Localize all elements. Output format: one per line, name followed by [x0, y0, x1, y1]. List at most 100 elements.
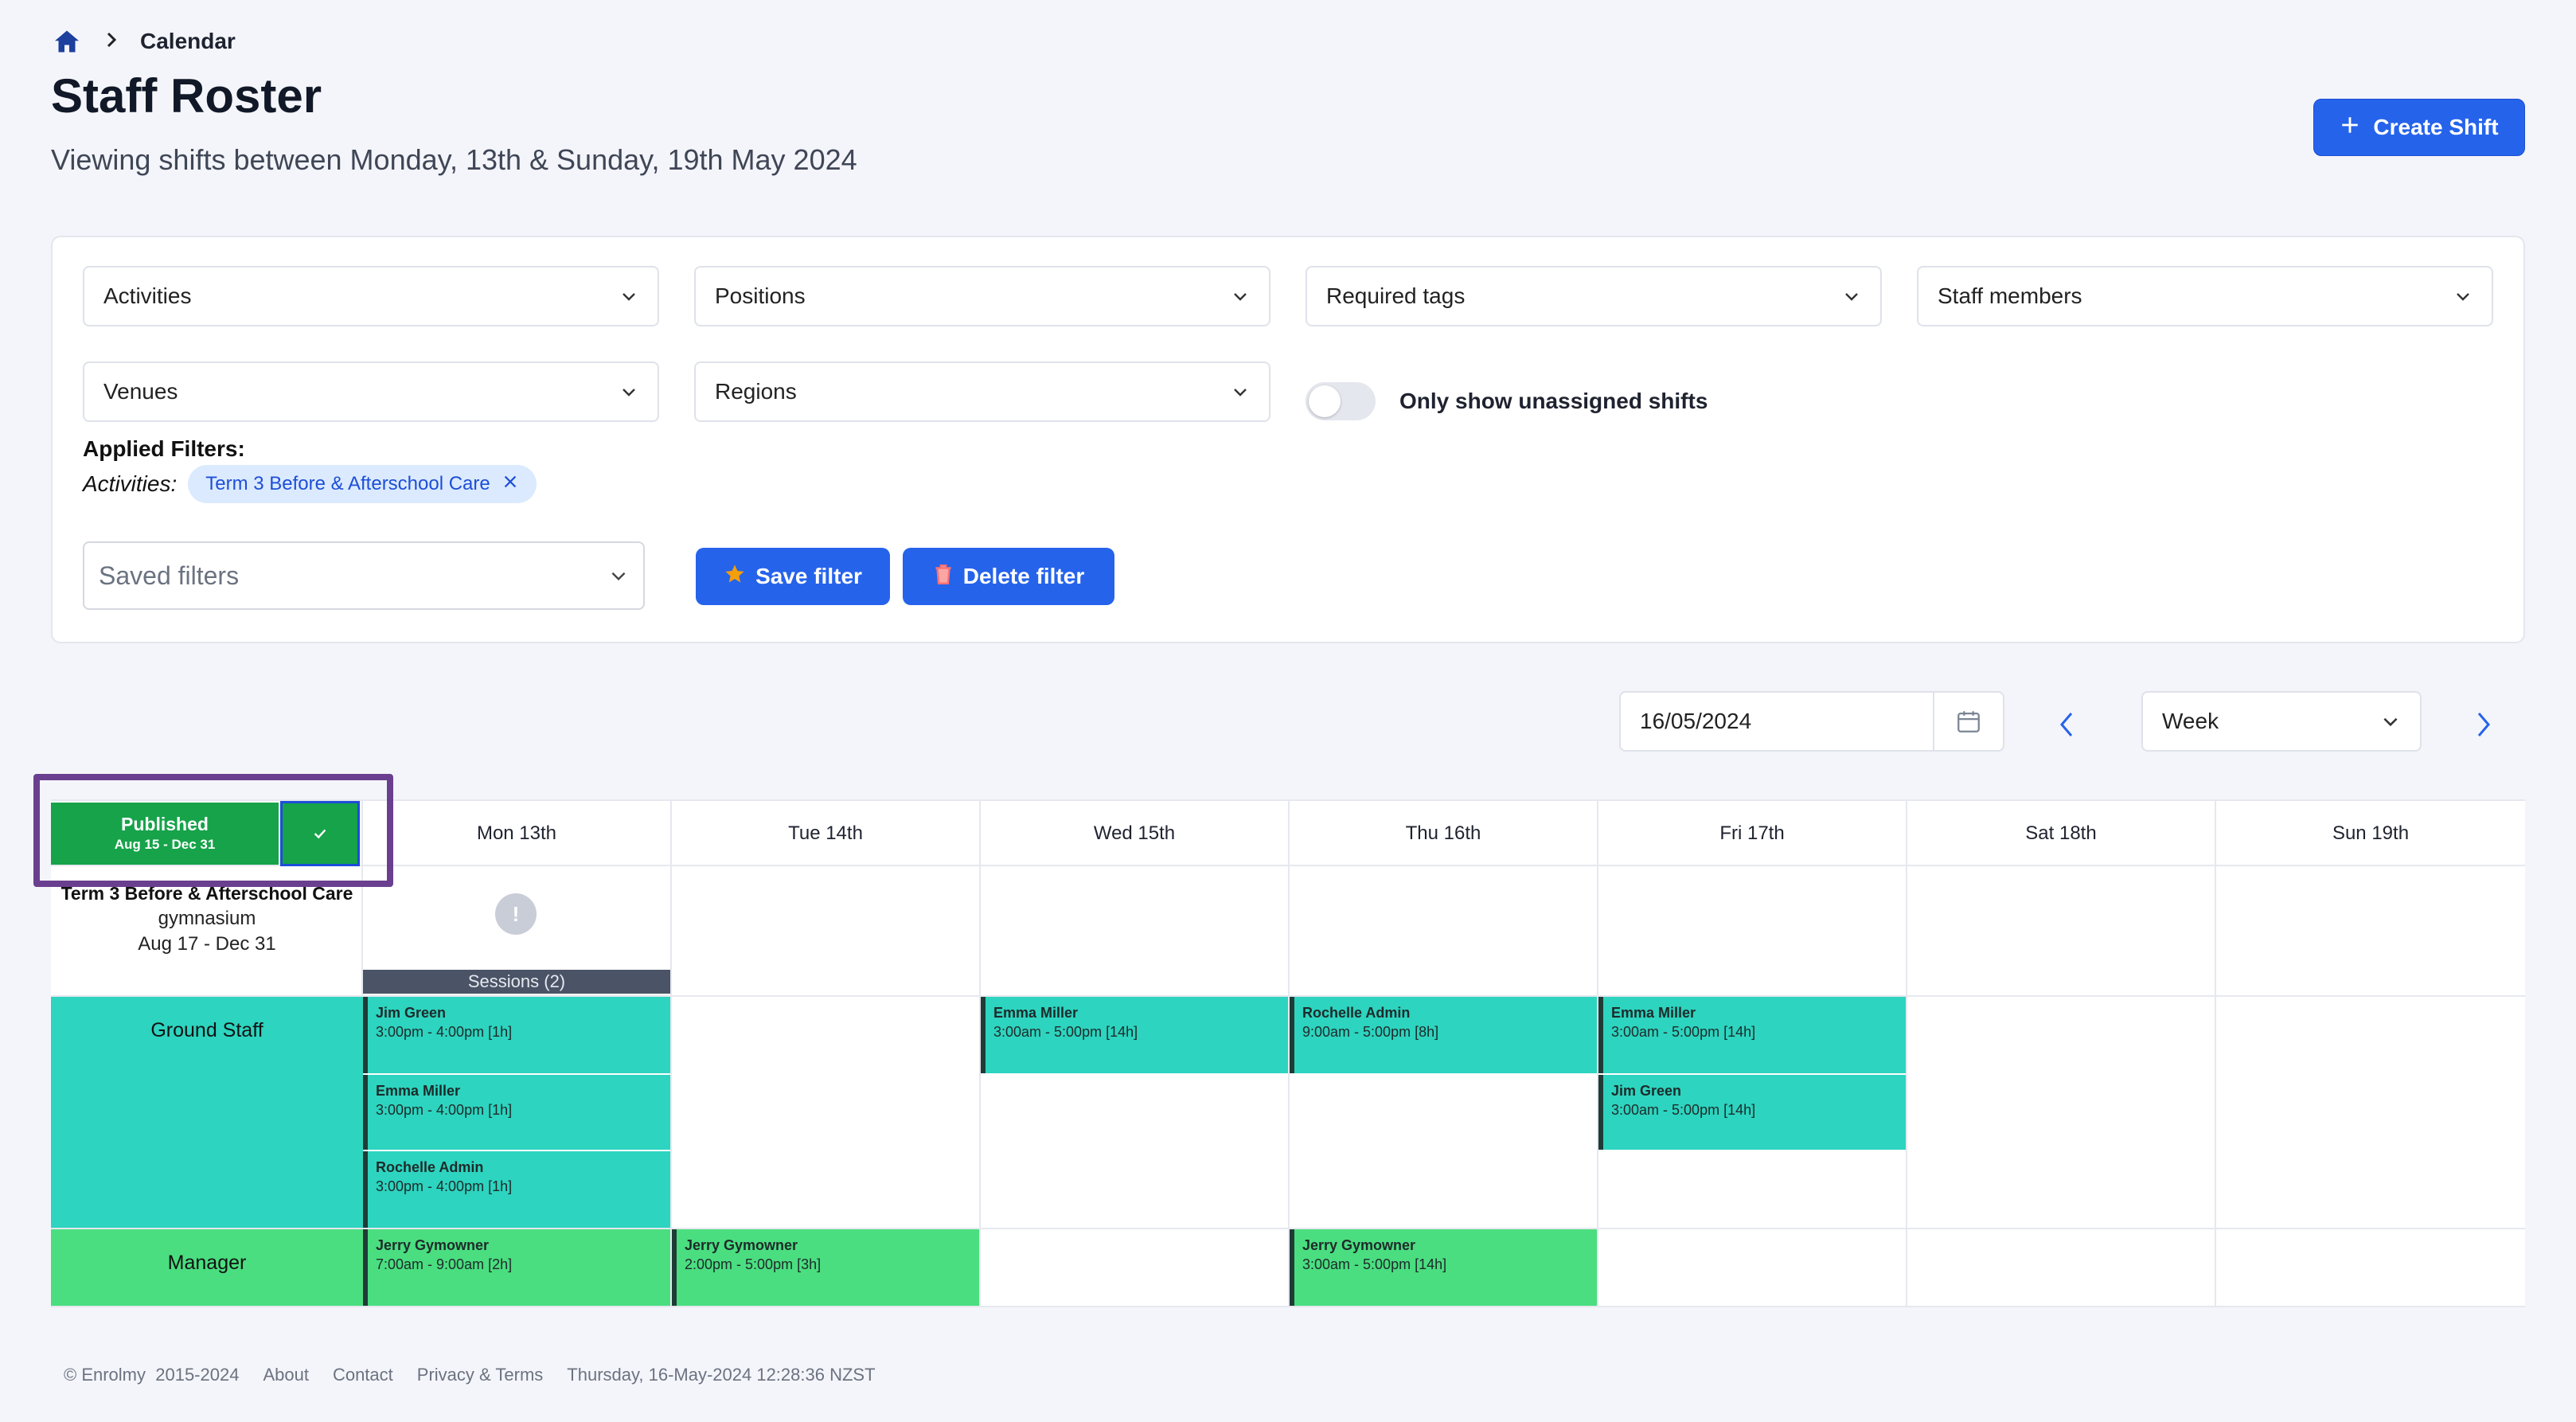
chevron-left-icon — [2060, 713, 2073, 736]
day-header-sat: Sat 18th — [2025, 822, 2097, 844]
home-icon[interactable] — [51, 25, 83, 57]
shift-staff-name: Jerry Gymowner — [685, 1237, 798, 1253]
page-title: Staff Roster — [51, 69, 322, 123]
shift-staff-name: Rochelle Admin — [1302, 1005, 1411, 1021]
shift-staff-name: Jim Green — [376, 1005, 447, 1021]
chevron-right-icon — [2477, 713, 2490, 736]
unassigned-toggle-group: Only show unassigned shifts — [1306, 382, 1708, 420]
sessions-bar[interactable]: Sessions (2) — [363, 970, 670, 994]
chevron-down-icon — [623, 293, 635, 301]
shift-time: 3:00am - 5:00pm [14h] — [1611, 1102, 1756, 1118]
calendar-icon[interactable] — [1933, 693, 2003, 750]
save-filter-label: Save filter — [755, 564, 862, 588]
regions-select-label: Regions — [715, 379, 797, 404]
unassigned-toggle-label: Only show unassigned shifts — [1399, 389, 1708, 413]
warning-icon[interactable]: ! — [495, 893, 537, 935]
chevron-down-icon — [611, 572, 626, 581]
footer-copyright: © Enrolmy 2015-2024 — [64, 1365, 240, 1385]
day-header-mon: Mon 13th — [476, 822, 557, 844]
published-label: Published — [121, 814, 209, 834]
toggle-knob — [1309, 385, 1341, 417]
published-dropdown-button[interactable] — [280, 801, 360, 866]
previous-week-button[interactable] — [2049, 707, 2084, 742]
shift-time: 3:00pm - 4:00pm [1h] — [376, 1024, 513, 1040]
role-manager: Manager — [51, 1229, 363, 1306]
role-ground-staff: Ground Staff — [51, 997, 363, 1228]
chevron-down-icon — [2383, 717, 2398, 727]
close-icon[interactable] — [502, 473, 519, 496]
activities-select[interactable]: Activities — [83, 266, 659, 326]
shift-staff-name: Emma Miller — [376, 1083, 461, 1099]
save-filter-button[interactable]: Save filter — [696, 548, 890, 605]
shift-card[interactable]: Rochelle Admin 9:00am - 5:00pm [8h] — [1290, 997, 1597, 1073]
shift-time: 9:00am - 5:00pm [8h] — [1302, 1024, 1439, 1040]
footer-contact-link[interactable]: Contact — [333, 1365, 393, 1385]
grid-line — [51, 1306, 2525, 1307]
check-icon — [314, 829, 326, 839]
shift-staff-name: Emma Miller — [1611, 1005, 1696, 1021]
view-select-value: Week — [2162, 709, 2219, 733]
shift-time: 2:00pm - 5:00pm [3h] — [685, 1256, 822, 1272]
chevron-down-icon — [1234, 293, 1247, 301]
footer-privacy-link[interactable]: Privacy & Terms — [417, 1365, 544, 1385]
next-week-button[interactable] — [2466, 707, 2501, 742]
shift-card[interactable]: Emma Miller 3:00am - 5:00pm [14h] — [981, 997, 1288, 1073]
chevron-down-icon — [2457, 293, 2469, 301]
delete-filter-button[interactable]: Delete filter — [903, 548, 1114, 605]
date-picker[interactable]: 16/05/2024 — [1619, 691, 2004, 752]
date-value: 16/05/2024 — [1640, 709, 1752, 733]
published-range: Aug 15 - Dec 31 — [114, 837, 216, 852]
view-select[interactable]: Week — [2141, 691, 2422, 752]
shift-card[interactable]: Jerry Gymowner 2:00pm - 5:00pm [3h] — [672, 1229, 979, 1306]
day-header-sun: Sun 19th — [2332, 822, 2410, 844]
applied-filter-chip-label: Term 3 Before & Afterschool Care — [205, 473, 490, 494]
chevron-down-icon — [623, 389, 635, 397]
shift-staff-name: Jim Green — [1611, 1083, 1682, 1099]
footer-about-link[interactable]: About — [263, 1365, 309, 1385]
positions-select-label: Positions — [715, 283, 806, 308]
applied-filters-row: Activities: Term 3 Before & Afterschool … — [83, 465, 537, 503]
create-shift-button[interactable]: Create Shift — [2313, 99, 2525, 156]
shift-time: 7:00am - 9:00am [2h] — [376, 1256, 513, 1272]
shift-card[interactable]: Emma Miller 3:00pm - 4:00pm [1h] — [363, 1075, 670, 1150]
shift-card[interactable]: Jim Green 3:00pm - 4:00pm [1h] — [363, 997, 670, 1073]
breadcrumb: Calendar — [51, 24, 236, 59]
venues-select-label: Venues — [103, 379, 178, 404]
footer-timestamp: Thursday, 16-May-2024 12:28:36 NZST — [567, 1365, 876, 1385]
shift-card[interactable]: Jerry Gymowner 7:00am - 9:00am [2h] — [363, 1229, 670, 1306]
saved-filters-select[interactable]: Saved filters — [83, 541, 645, 610]
shift-staff-name: Rochelle Admin — [376, 1159, 484, 1175]
page-subtitle: Viewing shifts between Monday, 13th & Su… — [51, 143, 857, 176]
delete-filter-label: Delete filter — [962, 564, 1085, 588]
grid-line — [2215, 801, 2216, 1307]
shift-card[interactable]: Jerry Gymowner 3:00am - 5:00pm [14h] — [1290, 1229, 1597, 1306]
activities-select-label: Activities — [103, 283, 192, 308]
role-label: Manager — [167, 1252, 247, 1274]
activity-dates: Aug 17 - Dec 31 — [138, 933, 276, 955]
applied-filter-key: Activities: — [83, 471, 178, 496]
published-button[interactable]: Published Aug 15 - Dec 31 — [51, 803, 279, 865]
staff-members-select[interactable]: Staff members — [1917, 266, 2493, 326]
plus-icon — [2340, 115, 2360, 141]
required-tags-select[interactable]: Required tags — [1306, 266, 1882, 326]
breadcrumb-current: Calendar — [140, 29, 236, 53]
unassigned-toggle[interactable] — [1306, 382, 1376, 420]
applied-filter-chip: Term 3 Before & Afterschool Care — [188, 465, 537, 503]
shift-card[interactable]: Rochelle Admin 3:00pm - 4:00pm [1h] — [363, 1151, 670, 1228]
day-header-tue: Tue 14th — [788, 822, 863, 844]
shift-time: 3:00pm - 4:00pm [1h] — [376, 1102, 513, 1118]
shift-staff-name: Jerry Gymowner — [1302, 1237, 1416, 1253]
venues-select[interactable]: Venues — [83, 361, 659, 422]
create-shift-label: Create Shift — [2373, 115, 2499, 139]
role-label: Ground Staff — [150, 1019, 263, 1041]
chevron-down-icon — [1234, 389, 1247, 397]
shift-card[interactable]: Jim Green 3:00am - 5:00pm [14h] — [1598, 1075, 1906, 1150]
shift-staff-name: Jerry Gymowner — [376, 1237, 490, 1253]
shift-card[interactable]: Emma Miller 3:00am - 5:00pm [14h] — [1598, 997, 1906, 1073]
regions-select[interactable]: Regions — [694, 361, 1270, 422]
positions-select[interactable]: Positions — [694, 266, 1270, 326]
day-header-thu: Thu 16th — [1405, 822, 1481, 844]
shift-time: 3:00am - 5:00pm [14h] — [1302, 1256, 1447, 1272]
chevron-right-icon — [103, 30, 119, 53]
required-tags-select-label: Required tags — [1326, 283, 1466, 308]
